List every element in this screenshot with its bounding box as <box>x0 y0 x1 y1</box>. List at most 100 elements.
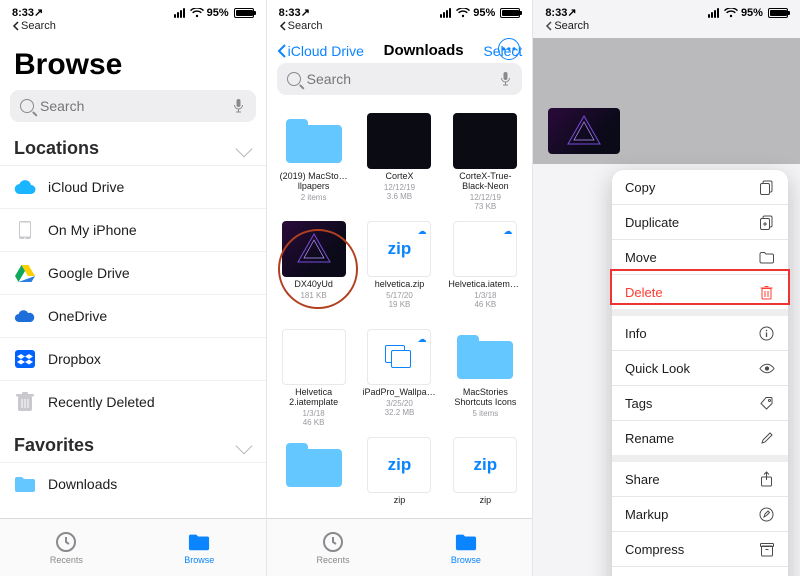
pencil-icon <box>759 430 775 446</box>
sidebar-item-dropbox[interactable]: Dropbox <box>0 337 266 380</box>
menu-move[interactable]: Move <box>612 240 788 275</box>
menu-item-label: Info <box>625 326 647 341</box>
mic-icon[interactable] <box>232 99 246 113</box>
file-meta: 1/3/1846 KB <box>474 291 496 309</box>
context-menu-pane: 8:33↗ 95% Search CopyDuplicateMoveDelete… <box>533 0 800 576</box>
file-name: DX40yUd <box>294 280 333 290</box>
file-meta: 3/25/2032.2 MB <box>385 399 415 417</box>
sidebar-item-onedrive[interactable]: OneDrive <box>0 294 266 337</box>
sidebar-item-label: Dropbox <box>48 351 101 367</box>
mic-icon[interactable] <box>498 72 512 86</box>
trash-icon <box>759 284 775 300</box>
menu-item-label: Delete <box>625 285 663 300</box>
search-icon <box>287 72 301 86</box>
menu-create-pdf[interactable]: Create PDF <box>612 567 788 576</box>
dropbox-icon <box>14 348 36 370</box>
sidebar-item-label: OneDrive <box>48 308 107 324</box>
menu-item-label: Tags <box>625 396 652 411</box>
trash-icon <box>14 391 36 413</box>
file-name: Helvetica 2.iatemplate <box>277 388 351 408</box>
clock-icon <box>55 531 77 553</box>
phone-icon <box>14 219 36 241</box>
sidebar-item-recentlydeleted[interactable]: Recently Deleted <box>0 380 266 423</box>
file-meta: 12/12/193.6 MB <box>384 183 415 201</box>
tab-recents[interactable]: Recents <box>0 519 133 576</box>
menu-item-label: Compress <box>625 542 684 557</box>
nav-back[interactable]: iCloud Drive <box>277 43 364 59</box>
file-item[interactable]: ☁︎ziphelvetica.zip5/17/2019 KB <box>359 221 441 325</box>
search-input[interactable] <box>307 71 499 87</box>
file-meta: 1/3/1846 KB <box>302 409 324 427</box>
status-bar: 8:33↗ 95% <box>533 0 800 19</box>
folder-icon <box>188 531 210 553</box>
gdrive-icon <box>14 262 36 284</box>
search-field[interactable] <box>277 63 523 95</box>
back-to-search[interactable]: Search <box>0 19 266 38</box>
share-icon <box>759 471 775 487</box>
tab-browse[interactable]: Browse <box>399 519 532 576</box>
tab-recents[interactable]: Recents <box>267 519 400 576</box>
file-item[interactable]: Helvetica 2.iatemplate1/3/1846 KB <box>273 329 355 433</box>
file-name: MacStories Shortcuts Icons <box>448 388 522 408</box>
search-input[interactable] <box>40 98 232 114</box>
file-name: zip <box>394 496 406 506</box>
downloads-pane: 8:33↗ 95% Search ••• iCloud Drive Downlo… <box>267 0 534 576</box>
menu-compress[interactable]: Compress <box>612 532 788 567</box>
menu-item-label: Move <box>625 250 657 265</box>
status-bar: 8:33↗ 95% <box>0 0 266 19</box>
markup-icon <box>759 506 775 522</box>
menu-info[interactable]: Info <box>612 316 788 351</box>
search-field[interactable] <box>10 90 256 122</box>
cloud-icon <box>14 176 36 198</box>
menu-delete[interactable]: Delete <box>612 275 788 309</box>
sidebar-item-label: iCloud Drive <box>48 179 124 195</box>
file-item[interactable]: MacStories Shortcuts Icons5 items <box>444 329 526 433</box>
file-name: helvetica.zip <box>375 280 425 290</box>
menu-item-label: Quick Look <box>625 361 690 376</box>
file-name: iPadPro_Wallpaper <box>362 388 436 398</box>
menu-copy[interactable]: Copy <box>612 170 788 205</box>
menu-duplicate[interactable]: Duplicate <box>612 205 788 240</box>
sidebar-item-downloads[interactable]: Downloads <box>0 462 266 505</box>
onedrive-icon <box>14 305 36 327</box>
file-item[interactable]: ☁︎iPadPro_Wallpaper3/25/2032.2 MB <box>359 329 441 433</box>
dup-icon <box>759 214 775 230</box>
location-icon: ↗ <box>34 7 43 19</box>
archive-icon <box>759 541 775 557</box>
sidebar-item-label: Google Drive <box>48 265 130 281</box>
file-item[interactable]: CorteX12/12/193.6 MB <box>359 113 441 217</box>
file-item[interactable]: ☁︎Helvetica.iatemplate1/3/1846 KB <box>444 221 526 325</box>
selected-file-preview <box>548 108 620 154</box>
file-item[interactable]: DX40yUd181 KB <box>273 221 355 325</box>
menu-share[interactable]: Share <box>612 462 788 497</box>
file-meta: 12/12/1973 KB <box>470 193 501 211</box>
locations-header[interactable]: Locations <box>0 136 266 165</box>
sidebar-item-icloud[interactable]: iCloud Drive <box>0 165 266 208</box>
menu-rename[interactable]: Rename <box>612 421 788 455</box>
menu-quick-look[interactable]: Quick Look <box>612 351 788 386</box>
copy-icon <box>759 179 775 195</box>
sidebar-item-onmyiphone[interactable]: On My iPhone <box>0 208 266 251</box>
menu-tags[interactable]: Tags <box>612 386 788 421</box>
menu-markup[interactable]: Markup <box>612 497 788 532</box>
file-item[interactable]: CorteX-True-Black-Neon12/12/1973 KB <box>444 113 526 217</box>
sidebar-item-gdrive[interactable]: Google Drive <box>0 251 266 294</box>
folder-icon <box>14 473 36 495</box>
file-meta: 5 items <box>472 409 498 418</box>
menu-item-label: Markup <box>625 507 668 522</box>
tab-browse[interactable]: Browse <box>133 519 266 576</box>
file-meta: 5/17/2019 KB <box>386 291 413 309</box>
menu-item-label: Duplicate <box>625 215 679 230</box>
back-to-search[interactable]: Search <box>267 19 533 38</box>
menu-item-label: Rename <box>625 431 674 446</box>
page-title: Browse <box>0 38 266 90</box>
wifi-icon <box>190 8 204 18</box>
file-item[interactable]: (2019) MacSto…llpapers2 items <box>273 113 355 217</box>
file-name: CorteX <box>385 172 413 182</box>
file-name: Helvetica.iatemplate <box>448 280 522 290</box>
chevron-down-icon <box>235 437 252 454</box>
file-grid: (2019) MacSto…llpapers2 itemsCorteX12/12… <box>267 109 533 576</box>
menu-item-label: Share <box>625 472 660 487</box>
file-meta: 181 KB <box>300 291 326 300</box>
favorites-header[interactable]: Favorites <box>0 433 266 462</box>
